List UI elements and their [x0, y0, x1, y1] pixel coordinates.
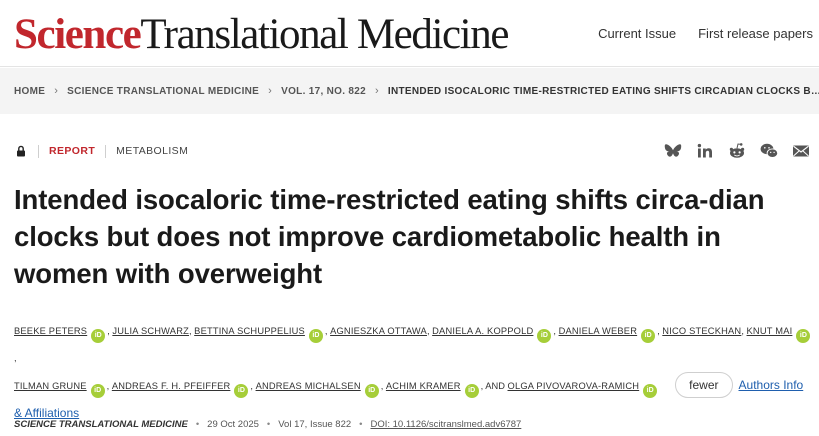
separator-dot: • [266, 419, 271, 430]
orcid-icon[interactable]: iD [308, 329, 323, 343]
doi-link[interactable]: DOI: 10.1126/scitranslmed.adv6787 [370, 419, 521, 430]
separator-dot: • [195, 419, 200, 430]
wechat-icon[interactable] [759, 141, 779, 161]
and-text: , AND [480, 381, 505, 391]
author-name[interactable]: JULIA SCHWARZ [112, 326, 189, 336]
orcid-icon[interactable]: iD [364, 384, 379, 398]
author-name[interactable]: ACHIM KRAMER [386, 381, 461, 391]
author-name[interactable]: DANIELA A. KOPPOLD [432, 326, 533, 336]
orcid-icon[interactable]: iD [90, 384, 105, 398]
journal-logo[interactable]: ScienceTranslational Medicine [14, 11, 509, 58]
author-name[interactable]: TILMAN GRUNE [14, 381, 87, 391]
orcid-icon[interactable]: iD [464, 384, 479, 398]
bluesky-icon[interactable] [663, 141, 683, 161]
first-release-papers-link[interactable]: First release papers [698, 26, 813, 41]
publication-date: 29 Oct 2025 [207, 419, 259, 430]
fewer-button[interactable]: fewer [675, 372, 733, 398]
volume-issue[interactable]: Vol 17, Issue 822 [278, 419, 351, 430]
author-name[interactable]: NICO STECKHAN [662, 326, 741, 336]
lock-icon [14, 144, 28, 158]
orcid-icon[interactable]: iD [641, 329, 656, 343]
share-bar [663, 141, 811, 161]
breadcrumb-bar: HOME › SCIENCE TRANSLATIONAL MEDICINE › … [0, 68, 819, 114]
linkedin-icon[interactable] [695, 141, 715, 161]
article-type: REPORT [49, 145, 96, 157]
breadcrumb-current: INTENDED ISOCALORIC TIME-RESTRICTED EATI… [387, 85, 819, 97]
top-nav: Current Issue First release papers [598, 26, 813, 41]
orcid-icon[interactable]: iD [796, 329, 811, 343]
chevron-right-icon: › [54, 85, 59, 97]
breadcrumb-volume[interactable]: VOL. 17, NO. 822 [281, 86, 366, 97]
chevron-right-icon: › [374, 85, 379, 97]
author-name[interactable]: KNUT MAI [747, 326, 793, 336]
breadcrumb-home[interactable]: HOME [14, 86, 45, 97]
orcid-icon[interactable]: iD [234, 384, 249, 398]
chevron-right-icon: › [268, 85, 273, 97]
current-issue-link[interactable]: Current Issue [598, 26, 676, 41]
author-name[interactable]: OLGA PIVOVAROVA-RAMICH [508, 381, 640, 391]
author-name[interactable]: ANDREAS F. H. PFEIFFER [112, 381, 231, 391]
author-name[interactable]: ANDREAS MICHALSEN [256, 381, 361, 391]
author-name[interactable]: BETTINA SCHUPPELIUS [194, 326, 305, 336]
orcid-icon[interactable]: iD [537, 329, 552, 343]
author-name[interactable]: DANIELA WEBER [559, 326, 638, 336]
author-name[interactable]: AGNIESZKA OTTAWA [330, 326, 427, 336]
author-name[interactable]: BEEKE PETERS [14, 326, 87, 336]
orcid-icon[interactable]: iD [91, 329, 106, 343]
logo-translational-medicine: Translational Medicine [140, 11, 509, 58]
breadcrumb-journal[interactable]: SCIENCE TRANSLATIONAL MEDICINE [67, 86, 259, 97]
divider [105, 144, 107, 158]
journal-name: SCIENCE TRANSLATIONAL MEDICINE [14, 419, 188, 430]
reddit-icon[interactable] [727, 141, 747, 161]
article-meta-row: REPORT METABOLISM [14, 144, 188, 158]
orcid-icon[interactable]: iD [643, 384, 658, 398]
email-icon[interactable] [791, 141, 811, 161]
separator-dot: • [359, 419, 363, 430]
article-title: Intended isocaloric time-restricted eati… [14, 184, 765, 289]
author-list: BEEKE PETERS iD, JULIA SCHWARZ, BETTINA S… [14, 318, 814, 428]
publication-info: SCIENCE TRANSLATIONAL MEDICINE • 29 Oct … [14, 419, 521, 430]
divider [38, 144, 39, 158]
article-category[interactable]: METABOLISM [116, 145, 188, 157]
breadcrumb: HOME › SCIENCE TRANSLATIONAL MEDICINE › … [14, 85, 819, 97]
site-header: ScienceTranslational Medicine Current Is… [0, 0, 819, 67]
logo-science: Science [14, 11, 142, 58]
